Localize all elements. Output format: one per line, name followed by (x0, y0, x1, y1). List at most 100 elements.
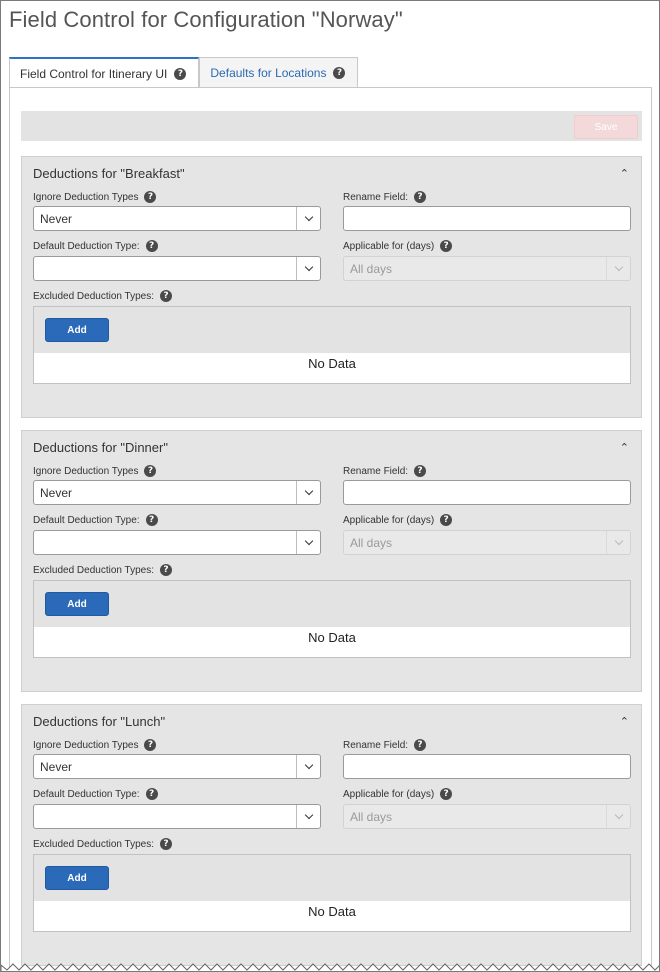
help-icon[interactable]: ? (440, 514, 453, 526)
ignore-deduction-label: Ignore Deduction Types ? (33, 465, 157, 477)
chevron-down-icon (304, 810, 313, 820)
torn-edge (1, 963, 659, 971)
dropdown-arrow[interactable] (296, 257, 320, 280)
tab-field-control-itinerary[interactable]: Field Control for Itinerary UI ? (9, 57, 200, 89)
label-text: Rename Field: (343, 465, 409, 477)
chevron-down-icon (614, 536, 623, 546)
help-icon[interactable]: ? (144, 739, 157, 751)
section-dinner: Deductions for "Dinner" ⌃ Ignore Deducti… (21, 430, 642, 692)
label-text: Default Deduction Type: (33, 788, 140, 800)
grid-toolbar: Add (34, 581, 630, 627)
select-value: All days (350, 262, 393, 276)
rename-field-input[interactable] (343, 206, 631, 231)
help-icon[interactable]: ? (440, 240, 453, 252)
collapse-icon[interactable]: ⌃ (620, 167, 629, 180)
label-text: Excluded Deduction Types: (33, 290, 155, 302)
select-value: Never (40, 486, 73, 500)
label-text: Applicable for (days) (343, 240, 435, 252)
rename-field-input[interactable] (343, 480, 631, 505)
help-icon[interactable]: ? (174, 68, 187, 80)
default-deduction-label: Default Deduction Type: ? (33, 788, 158, 800)
toolbar: Save (21, 111, 642, 141)
save-button[interactable]: Save (574, 115, 638, 139)
tab-label: Defaults for Locations (210, 66, 327, 80)
excluded-deduction-label: Excluded Deduction Types: ? (33, 290, 173, 302)
help-icon[interactable]: ? (414, 465, 427, 477)
chevron-down-icon (304, 262, 313, 272)
label-text: Applicable for (days) (343, 788, 435, 800)
help-icon[interactable]: ? (414, 191, 427, 203)
window-frame: Field Control for Configuration "Norway"… (0, 0, 660, 972)
add-button[interactable]: Add (45, 318, 109, 342)
excluded-deduction-grid: Add No Data (33, 854, 631, 932)
help-icon[interactable]: ? (440, 788, 453, 800)
default-deduction-label: Default Deduction Type: ? (33, 240, 158, 252)
help-icon[interactable]: ? (414, 739, 427, 751)
default-deduction-select[interactable] (33, 256, 321, 281)
excluded-deduction-grid: Add No Data (33, 580, 631, 658)
default-deduction-select[interactable] (33, 530, 321, 555)
no-data-message: No Data (308, 356, 356, 371)
label-text: Applicable for (days) (343, 514, 435, 526)
help-icon[interactable]: ? (144, 465, 157, 477)
default-deduction-label: Default Deduction Type: ? (33, 514, 158, 526)
label-text: Ignore Deduction Types (33, 739, 139, 751)
ignore-deduction-label: Ignore Deduction Types ? (33, 191, 157, 203)
section-lunch: Deductions for "Lunch" ⌃ Ignore Deductio… (21, 704, 642, 966)
excluded-deduction-label: Excluded Deduction Types: ? (33, 564, 173, 576)
add-button[interactable]: Add (45, 866, 109, 890)
help-icon[interactable]: ? (144, 191, 157, 203)
section-title: Deductions for "Dinner" (33, 440, 168, 455)
help-icon[interactable]: ? (145, 514, 158, 526)
select-value: All days (350, 536, 393, 550)
grid-toolbar: Add (34, 855, 630, 901)
applicable-days-select: All days (343, 530, 631, 555)
applicable-days-label: Applicable for (days) ? (343, 788, 453, 800)
dropdown-arrow[interactable] (296, 755, 320, 778)
help-icon[interactable]: ? (145, 240, 158, 252)
tab-content: Save Deductions for "Breakfast" ⌃ Ignore… (9, 87, 652, 971)
select-value: Never (40, 212, 73, 226)
ignore-deduction-select[interactable]: Never (33, 754, 321, 779)
chevron-down-icon (304, 760, 313, 770)
applicable-days-select: All days (343, 256, 631, 281)
help-icon[interactable]: ? (160, 564, 173, 576)
no-data-message: No Data (308, 904, 356, 919)
dropdown-arrow[interactable] (296, 481, 320, 504)
label-text: Default Deduction Type: (33, 240, 140, 252)
add-button[interactable]: Add (45, 592, 109, 616)
section-breakfast: Deductions for "Breakfast" ⌃ Ignore Dedu… (21, 156, 642, 418)
no-data-message: No Data (308, 630, 356, 645)
section-title: Deductions for "Breakfast" (33, 166, 185, 181)
tab-label: Field Control for Itinerary UI (20, 67, 168, 81)
label-text: Default Deduction Type: (33, 514, 140, 526)
ignore-deduction-select[interactable]: Never (33, 480, 321, 505)
help-icon[interactable]: ? (160, 838, 173, 850)
select-value: All days (350, 810, 393, 824)
chevron-down-icon (304, 486, 313, 496)
dropdown-arrow[interactable] (296, 531, 320, 554)
label-text: Ignore Deduction Types (33, 191, 139, 203)
applicable-days-label: Applicable for (days) ? (343, 240, 453, 252)
chevron-down-icon (614, 262, 623, 272)
rename-field-label: Rename Field: ? (343, 191, 427, 203)
tab-defaults-locations[interactable]: Defaults for Locations ? (199, 57, 359, 88)
grid-toolbar: Add (34, 307, 630, 353)
collapse-icon[interactable]: ⌃ (620, 715, 629, 728)
help-icon[interactable]: ? (160, 290, 173, 302)
rename-field-input[interactable] (343, 754, 631, 779)
rename-field-label: Rename Field: ? (343, 739, 427, 751)
collapse-icon[interactable]: ⌃ (620, 441, 629, 454)
dropdown-arrow[interactable] (296, 805, 320, 828)
ignore-deduction-select[interactable]: Never (33, 206, 321, 231)
default-deduction-select[interactable] (33, 804, 321, 829)
help-icon[interactable]: ? (333, 67, 346, 79)
help-icon[interactable]: ? (145, 788, 158, 800)
applicable-days-label: Applicable for (days) ? (343, 514, 453, 526)
dropdown-arrow[interactable] (296, 207, 320, 230)
chevron-down-icon (304, 212, 313, 222)
rename-field-label: Rename Field: ? (343, 465, 427, 477)
label-text: Excluded Deduction Types: (33, 564, 155, 576)
excluded-deduction-grid: Add No Data (33, 306, 631, 384)
label-text: Ignore Deduction Types (33, 465, 139, 477)
